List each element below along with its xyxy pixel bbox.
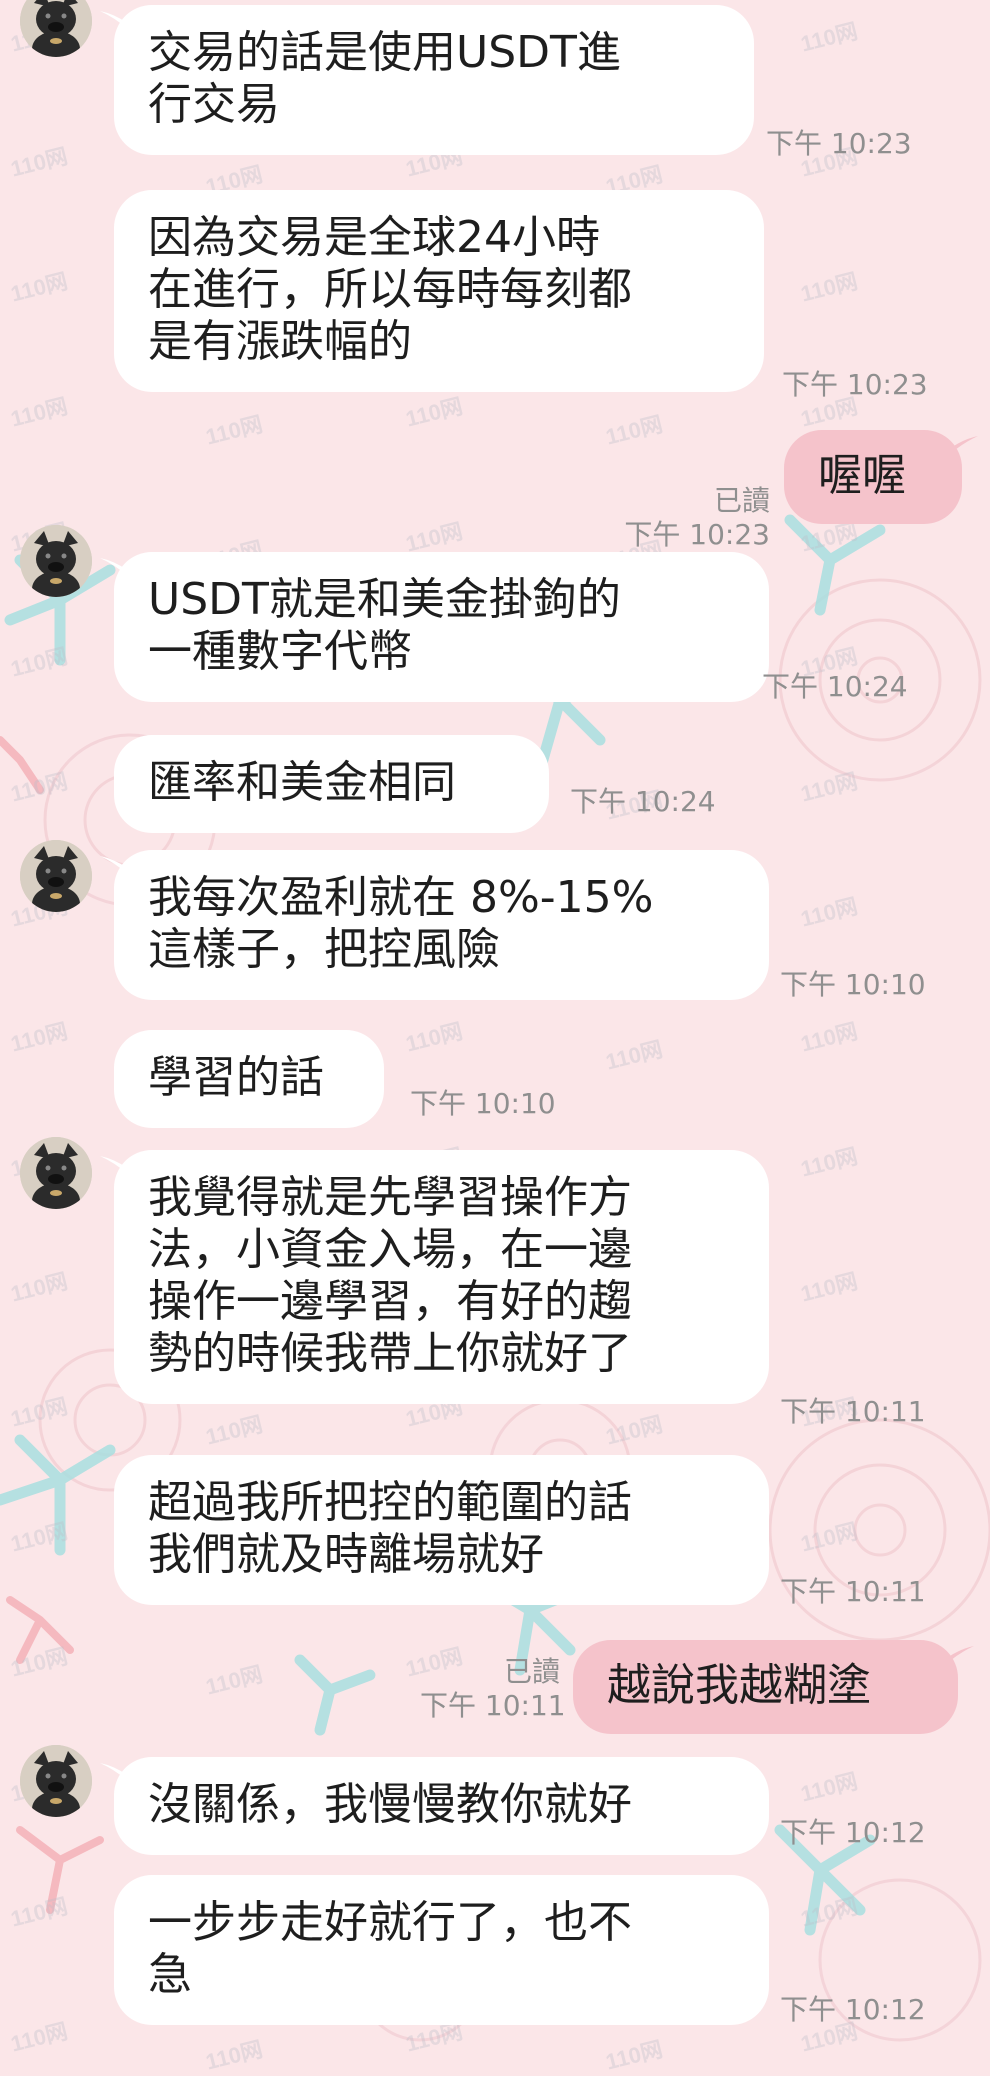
message-meta: 下午 10:10: [410, 1087, 556, 1121]
outgoing-message-bubble[interactable]: 越說我越糊塗: [573, 1640, 958, 1734]
incoming-message-bubble[interactable]: 一步步走好就行了，也不急: [114, 1875, 769, 2025]
message-text-line: 是有漲跌幅的: [148, 316, 412, 367]
sender-avatar[interactable]: [20, 1745, 92, 1817]
sender-avatar[interactable]: [20, 840, 92, 912]
incoming-message-bubble[interactable]: 我每次盈利就在 8%-15% 這樣子，把控風險: [114, 850, 769, 1000]
bulldog-avatar-icon: [20, 525, 92, 597]
message-text-line: 操作一邊學習，有好的趨: [148, 1276, 632, 1327]
bulldog-avatar-icon: [20, 1137, 92, 1209]
sender-avatar[interactable]: [20, 525, 92, 597]
message-text-line: 一種數字代幣: [148, 626, 412, 677]
incoming-message-bubble[interactable]: 學習的話: [114, 1030, 384, 1128]
message-text-line: 在進行，所以每時每刻都: [148, 264, 632, 315]
message-text-line: 我每次盈利就在 8%-15%: [148, 872, 654, 923]
message-meta: 下午 10:23: [782, 368, 928, 402]
message-text-line: 越說我越糊塗: [607, 1660, 871, 1711]
message-text-line: 法，小資金入場，在一邊: [148, 1224, 632, 1275]
message-timestamp: 下午 10:24: [570, 785, 716, 818]
bulldog-avatar-icon: [20, 840, 92, 912]
message-meta: 下午 10:23: [766, 127, 912, 161]
message-timestamp: 下午 10:23: [624, 518, 770, 551]
message-timestamp: 下午 10:10: [780, 968, 926, 1001]
message-text-line: 我們就及時離場就好: [148, 1529, 544, 1580]
message-meta: 已讀 下午 10:11: [420, 1655, 566, 1723]
message-meta: 下午 10:12: [780, 1993, 926, 2027]
read-receipt: 已讀: [503, 1655, 560, 1688]
message-timestamp: 下午 10:24: [762, 670, 908, 703]
read-receipt: 已讀: [713, 484, 770, 517]
message-meta: 已讀 下午 10:23: [560, 484, 770, 552]
sender-avatar[interactable]: [20, 1137, 92, 1209]
message-text-line: 行交易: [148, 79, 280, 130]
background-pink-leaves: [0, 736, 104, 1914]
message-text-line: 勢的時候我帶上你就好了: [148, 1328, 632, 1379]
message-text-line: 交易的話是使用USDT進: [148, 27, 621, 78]
message-text-line: 因為交易是全球24小時: [148, 212, 600, 263]
message-text-line: 喔喔: [818, 450, 906, 501]
incoming-message-bubble[interactable]: 我覺得就是先學習操作方 法，小資金入場，在一邊 操作一邊學習，有好的趨 勢的時候我帶上…: [114, 1150, 769, 1404]
message-text-line: 匯率和美金相同: [148, 757, 456, 808]
message-text-line: 這樣子，把控風險: [148, 924, 500, 975]
message-timestamp: 下午 10:11: [420, 1689, 566, 1722]
message-timestamp: 下午 10:12: [780, 1816, 926, 1849]
incoming-message-bubble[interactable]: 匯率和美金相同: [114, 735, 549, 833]
message-text-line: USDT就是和美金掛鉤的: [148, 574, 621, 625]
incoming-message-bubble[interactable]: 因為交易是全球24小時 在進行，所以每時每刻都 是有漲跌幅的: [114, 190, 764, 392]
message-text-line: 我覺得就是先學習操作方: [148, 1172, 632, 1223]
outgoing-message-bubble[interactable]: 喔喔: [784, 430, 962, 524]
message-text-line: 急: [148, 1949, 192, 2000]
message-meta: 下午 10:24: [762, 670, 908, 704]
message-text-line: 一步步走好就行了，也不: [148, 1897, 632, 1948]
message-timestamp: 下午 10:11: [780, 1395, 926, 1428]
message-text-line: 超過我所把控的範圍的話: [148, 1477, 632, 1528]
incoming-message-bubble[interactable]: 沒關係，我慢慢教你就好: [114, 1757, 769, 1855]
message-timestamp: 下午 10:12: [780, 1993, 926, 2026]
message-timestamp: 下午 10:23: [766, 127, 912, 160]
message-meta: 下午 10:11: [780, 1395, 926, 1429]
message-meta: 下午 10:10: [780, 968, 926, 1002]
incoming-message-bubble[interactable]: 超過我所把控的範圍的話 我們就及時離場就好: [114, 1455, 769, 1605]
message-timestamp: 下午 10:23: [782, 368, 928, 401]
incoming-message-bubble[interactable]: 交易的話是使用USDT進 行交易: [114, 5, 754, 155]
message-timestamp: 下午 10:10: [410, 1087, 556, 1120]
message-text-line: 學習的話: [148, 1052, 324, 1103]
message-meta: 下午 10:24: [570, 785, 716, 819]
incoming-message-bubble[interactable]: USDT就是和美金掛鉤的 一種數字代幣: [114, 552, 769, 702]
message-meta: 下午 10:12: [780, 1816, 926, 1850]
message-text-line: 沒關係，我慢慢教你就好: [148, 1779, 632, 1830]
bulldog-avatar-icon: [20, 1745, 92, 1817]
message-meta: 下午 10:11: [780, 1575, 926, 1609]
message-timestamp: 下午 10:11: [780, 1575, 926, 1608]
